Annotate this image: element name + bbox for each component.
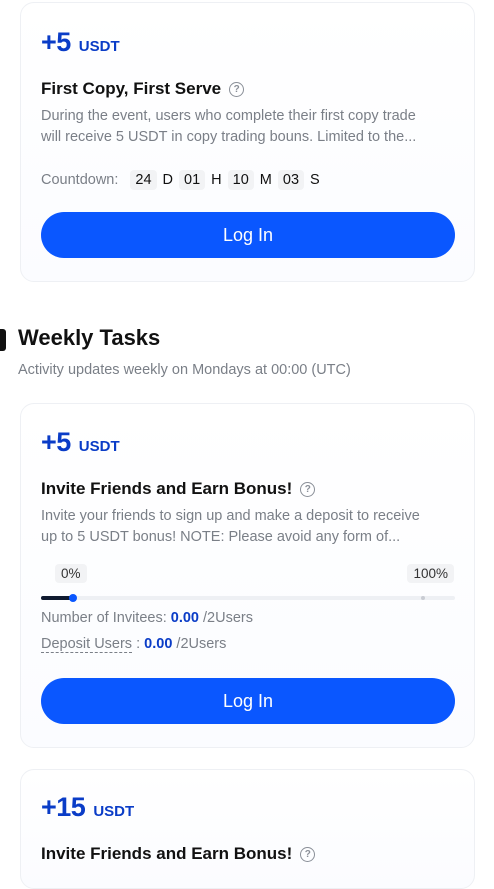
reward-unit: USDT <box>78 438 120 455</box>
task-title: Invite Friends and Earn Bonus! ? <box>41 479 316 499</box>
reward-amount: +15 <box>41 792 86 822</box>
countdown-hours-unit: H <box>211 172 222 188</box>
reward-amount: +5 <box>41 427 71 457</box>
description-line: will receive 5 USDT in copy trading boun… <box>41 129 417 145</box>
question-circle-icon[interactable]: ? <box>300 846 316 862</box>
countdown-days: 24 <box>130 170 157 190</box>
task-title: First Copy, First Serve ? <box>41 79 245 99</box>
countdown: Countdown: 24 D 01 H 10 M 03 S <box>41 170 320 190</box>
task-title-text: Invite Friends and Earn Bonus! <box>41 479 293 498</box>
task-title-text: Invite Friends and Earn Bonus! <box>41 844 293 863</box>
reward: +15 USDT <box>41 792 134 823</box>
progress-knob <box>69 594 77 602</box>
deposit-value: 0.00 <box>144 636 173 652</box>
countdown-hours: 01 <box>179 170 206 190</box>
question-circle-icon[interactable]: ? <box>229 81 245 97</box>
countdown-minutes-unit: M <box>259 172 272 188</box>
invitees-label: Number of Invitees: <box>41 610 167 626</box>
progress-max-label: 100% <box>407 564 454 583</box>
progress-min-label: 0% <box>55 564 87 583</box>
section-subtitle: Activity updates weekly on Mondays at 00… <box>18 362 351 378</box>
deposit-stat: Deposit Users : 0.00 /2Users <box>41 636 227 653</box>
progress-end-marker <box>421 596 425 600</box>
task-card-first-copy: +5 USDT First Copy, First Serve ? During… <box>20 2 475 282</box>
question-circle-icon[interactable]: ? <box>300 481 316 497</box>
task-description: During the event, users who complete the… <box>41 106 461 148</box>
countdown-seconds: 03 <box>277 170 305 190</box>
progress-bar <box>41 594 455 602</box>
invitees-suffix: /2Users <box>203 610 253 626</box>
countdown-minutes: 10 <box>227 170 254 190</box>
deposit-separator: : <box>136 636 141 652</box>
task-card-invite-friends-2: +15 USDT Invite Friends and Earn Bonus! … <box>20 769 475 889</box>
progress-fill <box>41 596 71 600</box>
deposit-suffix: /2Users <box>176 636 227 652</box>
deposit-label[interactable]: Deposit Users <box>41 636 133 653</box>
invitees-stat: Number of Invitees: 0.00 /2Users <box>41 610 253 626</box>
login-button[interactable]: Log In <box>41 212 455 258</box>
countdown-days-unit: D <box>162 172 174 188</box>
countdown-label: Countdown: <box>41 172 119 188</box>
login-button[interactable]: Log In <box>41 678 455 724</box>
task-card-invite-friends: +5 USDT Invite Friends and Earn Bonus! ?… <box>20 403 475 748</box>
task-title: Invite Friends and Earn Bonus! ? <box>41 844 316 864</box>
reward-unit: USDT <box>93 803 135 820</box>
countdown-seconds-unit: S <box>310 172 320 188</box>
task-title-text: First Copy, First Serve <box>41 79 222 98</box>
reward-amount: +5 <box>41 27 71 57</box>
invitees-value: 0.00 <box>170 610 199 626</box>
description-line: Invite your friends to sign up and make … <box>41 508 420 524</box>
description-line: During the event, users who complete the… <box>41 108 416 124</box>
description-line: up to 5 USDT bonus! NOTE: Please avoid a… <box>41 529 401 545</box>
reward-unit: USDT <box>78 38 120 55</box>
reward: +5 USDT <box>41 427 120 458</box>
section-marker <box>0 329 6 351</box>
section-title: Weekly Tasks <box>18 325 161 350</box>
reward: +5 USDT <box>41 27 120 58</box>
task-description: Invite your friends to sign up and make … <box>41 506 461 548</box>
